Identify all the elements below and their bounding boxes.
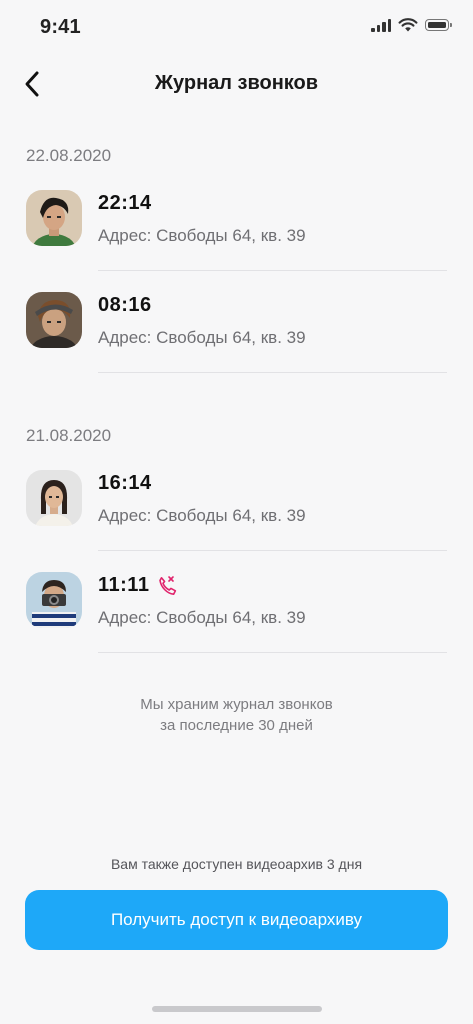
section-date: 21.08.2020 [26, 426, 112, 445]
status-time: 9:41 [40, 16, 81, 38]
call-address: Адрес: Свободы 64, кв. 39 [98, 328, 306, 347]
archive-note: Вам также доступен видеоархив 3 дня [110, 856, 363, 872]
call-item[interactable]: 16:14 Адрес: Свободы 64, кв. 39 [0, 470, 473, 570]
retention-info-line: за последние 30 дней [160, 717, 313, 734]
status-bar: 9:41 [0, 0, 473, 52]
divider [98, 372, 447, 373]
call-time: 08:16 [98, 294, 152, 316]
divider [98, 652, 447, 653]
signal-icon [371, 18, 391, 32]
call-time: 16:14 [98, 472, 152, 494]
call-item[interactable]: 11:11 Адрес: Свободы 64, кв. 39 [0, 572, 473, 672]
avatar [26, 572, 82, 628]
wifi-icon [398, 18, 418, 32]
call-item[interactable]: 08:16 Адрес: Свободы 64, кв. 39 [0, 292, 473, 392]
status-icons [371, 18, 452, 32]
call-address: Адрес: Свободы 64, кв. 39 [98, 226, 306, 245]
call-item[interactable]: 22:14 Адрес: Свободы 64, кв. 39 [0, 190, 473, 290]
call-time: 11:11 [98, 574, 150, 596]
call-time: 22:14 [98, 192, 152, 214]
header: Журнал звонков [0, 60, 473, 108]
call-log-screen: 9:41 Журнал звонков 22.08.2020 22:14 Адр… [0, 0, 473, 1024]
divider [98, 550, 447, 551]
get-archive-access-button[interactable]: Получить доступ к видеоархиву [25, 890, 448, 950]
retention-info: Мы храним журнал звонков за последние 30… [0, 694, 473, 736]
home-indicator [152, 1006, 322, 1012]
divider [98, 270, 447, 271]
call-address: Адрес: Свободы 64, кв. 39 [98, 608, 306, 627]
section-date: 22.08.2020 [26, 146, 112, 165]
page-title: Журнал звонков [154, 72, 319, 94]
avatar [26, 190, 82, 246]
avatar [26, 292, 82, 348]
avatar [26, 470, 82, 526]
retention-info-line: Мы храним журнал звонков [140, 696, 333, 713]
battery-icon [425, 19, 452, 31]
missed-call-icon [159, 576, 177, 595]
call-address: Адрес: Свободы 64, кв. 39 [98, 506, 306, 525]
